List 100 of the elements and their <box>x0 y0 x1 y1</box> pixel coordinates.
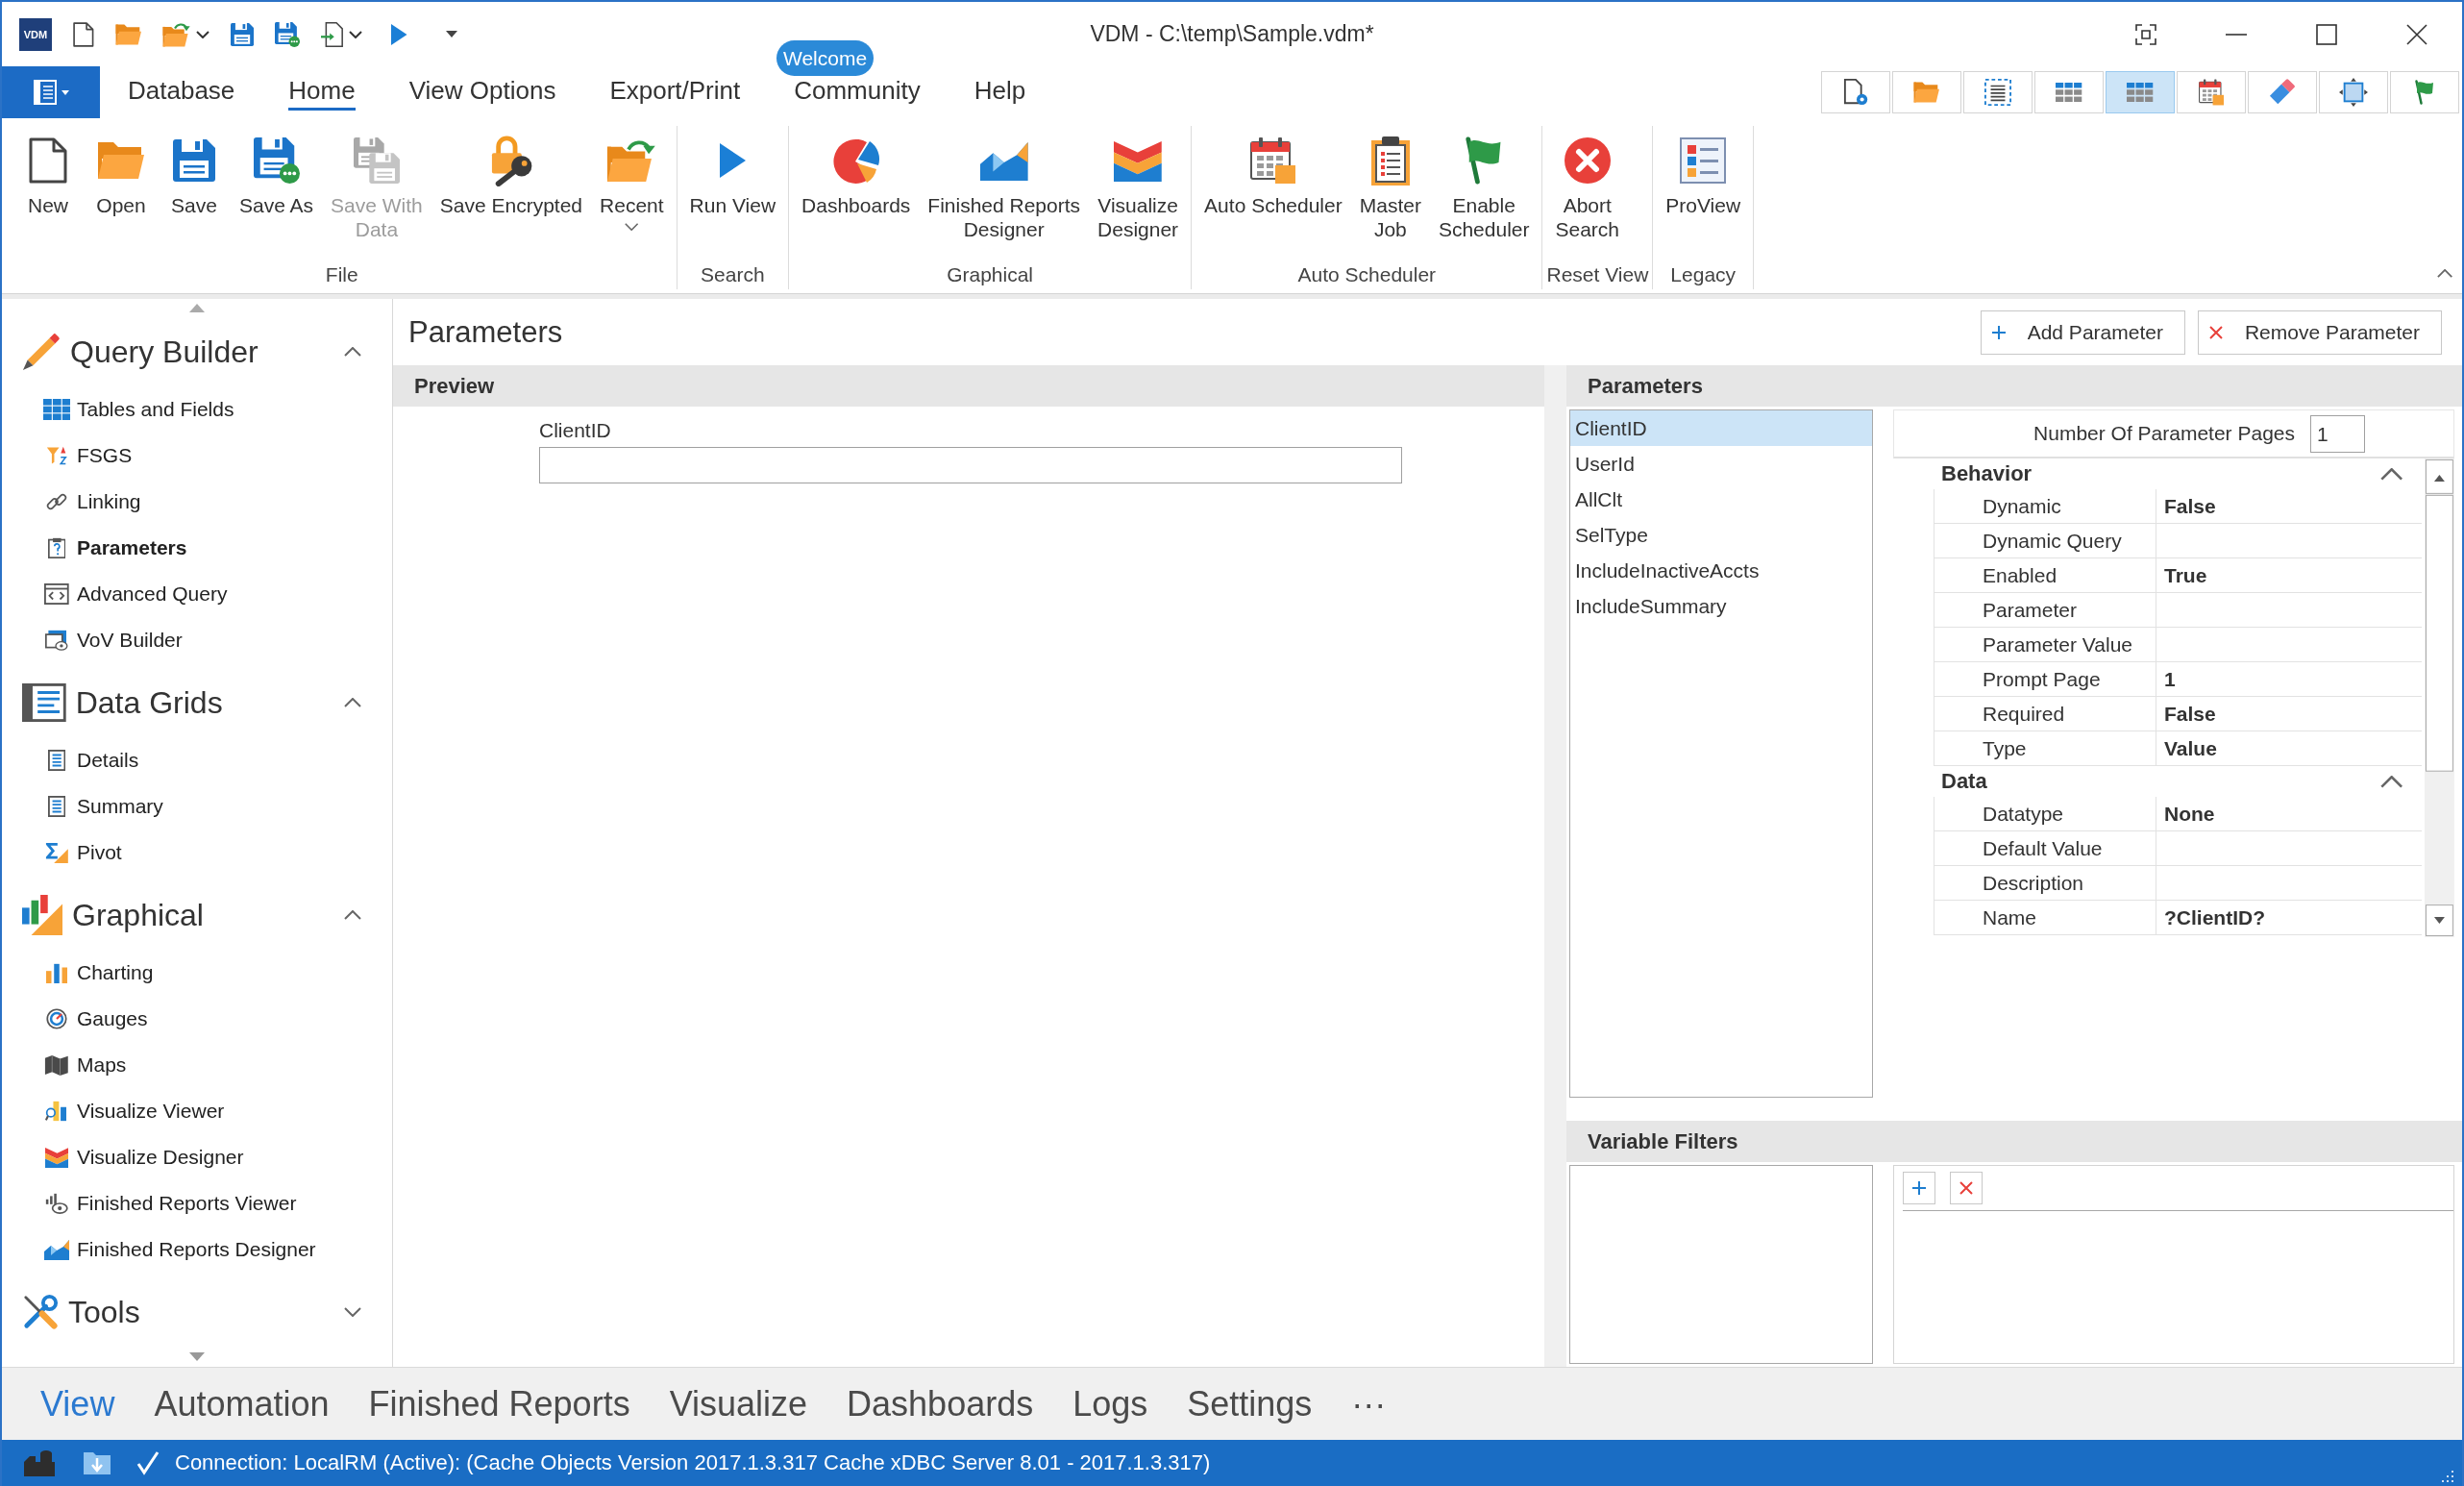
ribbon-button[interactable]: Save Encrypted <box>431 126 592 217</box>
remove-parameter-button[interactable]: Remove Parameter <box>2197 310 2442 355</box>
property-value[interactable]: ?ClientID? <box>2156 901 2423 935</box>
ribbon-button[interactable]: Recent <box>591 126 673 231</box>
nav-tab[interactable]: Dashboards <box>847 1383 1034 1424</box>
view-toolbar-button[interactable] <box>2319 71 2388 113</box>
property-value[interactable]: False <box>2156 697 2423 731</box>
caret-down-icon[interactable] <box>445 31 457 37</box>
property-value[interactable]: None <box>2156 797 2423 831</box>
nav-tab[interactable]: ··· <box>1351 1383 1387 1424</box>
ribbon-tab[interactable]: Home <box>288 72 356 111</box>
sidebar-item[interactable]: VoV Builder <box>2 617 392 663</box>
input-field[interactable] <box>539 447 1402 483</box>
parameter-list-item[interactable]: IncludeInactiveAccts <box>1570 553 1872 588</box>
ribbon-button[interactable]: Dashboards <box>793 126 920 217</box>
welcome-badge[interactable]: Welcome <box>776 40 875 76</box>
sidebar-item[interactable]: Maps <box>2 1042 392 1088</box>
nav-tab[interactable]: Settings <box>1187 1383 1313 1424</box>
property-value[interactable]: 1 <box>2156 662 2423 697</box>
view-toolbar-button[interactable] <box>2034 71 2104 113</box>
nav-tab[interactable]: View <box>40 1383 115 1424</box>
pencil-icon <box>22 333 61 371</box>
parameter-list-item[interactable]: AllClt <box>1570 482 1872 517</box>
ribbon-button[interactable]: Abort Search <box>1546 126 1628 241</box>
scroll-down-icon[interactable] <box>189 1352 205 1361</box>
ribbon-button[interactable]: Open <box>85 126 158 217</box>
sidebar-item[interactable]: Finished Reports Designer <box>2 1226 392 1273</box>
sidebar-section-title: Tools <box>68 1294 140 1330</box>
chevron-up-icon[interactable] <box>344 910 361 920</box>
focus-frame-icon[interactable] <box>2135 23 2156 45</box>
view-toolbar-button[interactable] <box>1963 71 2033 113</box>
view-toolbar-button[interactable] <box>2177 71 2246 113</box>
chevron-down-icon[interactable] <box>196 30 210 38</box>
sidebar-item[interactable]: Charting <box>2 950 392 996</box>
sidebar-item[interactable]: Visualize Designer <box>2 1134 392 1180</box>
chevron-up-icon[interactable] <box>2379 467 2403 481</box>
parameter-list-item[interactable]: ClientID <box>1570 410 1872 446</box>
sidebar-item[interactable]: Pivot <box>2 830 392 876</box>
nav-tab[interactable]: Logs <box>1072 1383 1148 1424</box>
sidebar-item[interactable]: Gauges <box>2 996 392 1042</box>
chevron-up-icon[interactable] <box>2379 775 2403 788</box>
ribbon-button[interactable]: ProView <box>1657 126 1750 217</box>
add-parameter-button[interactable]: Add Parameter <box>1980 310 2185 355</box>
sidebar-item[interactable]: Visualize Viewer <box>2 1088 392 1134</box>
sidebar-item[interactable]: Parameters <box>2 525 392 571</box>
ribbon-tab[interactable]: Export/Print <box>609 72 741 111</box>
property-value[interactable]: Value <box>2156 731 2423 766</box>
document-icon[interactable] <box>73 21 94 47</box>
ribbon-tab[interactable]: Help <box>973 72 1026 111</box>
ribbon-button[interactable]: Save <box>158 126 231 217</box>
ribbon-tab[interactable]: View Options <box>408 72 556 111</box>
ribbon-button[interactable]: Save As <box>231 126 323 217</box>
property-value[interactable]: False <box>2156 489 2423 524</box>
parameter-list-item[interactable]: SelType <box>1570 517 1872 553</box>
ribbon-button[interactable]: Master Job <box>1350 126 1430 241</box>
database-tray-icon[interactable] <box>23 1449 56 1477</box>
sidebar-item[interactable]: Linking <box>2 479 392 525</box>
clipboard-list-icon <box>1370 136 1410 186</box>
sidebar-item[interactable]: FSGS <box>2 433 392 479</box>
minimize-icon[interactable] <box>2226 33 2247 36</box>
sidebar-item[interactable]: Details <box>2 737 392 783</box>
chevron-up-icon[interactable] <box>344 698 361 707</box>
vertical-scrollbar[interactable] <box>2425 458 2454 937</box>
chevron-up-icon[interactable] <box>344 347 361 357</box>
chevron-up-icon[interactable] <box>2436 269 2452 278</box>
nav-tab[interactable]: Finished Reports <box>368 1383 630 1424</box>
parameter-list-item[interactable]: UserId <box>1570 446 1872 482</box>
property-value[interactable]: True <box>2156 558 2423 593</box>
sidebar-item[interactable]: Advanced Query <box>2 571 392 617</box>
document-lines-icon <box>47 796 66 817</box>
app-menu-button[interactable] <box>2 66 100 118</box>
add-filter-button[interactable] <box>1903 1172 1935 1204</box>
ribbon-button[interactable]: Finished Reports Designer <box>919 126 1090 241</box>
ribbon-button[interactable]: Auto Scheduler <box>1195 126 1351 217</box>
sidebar-item[interactable]: Tables and Fields <box>2 386 392 433</box>
chevron-down-icon[interactable] <box>344 1307 361 1317</box>
ribbon-button[interactable]: Visualize Designer <box>1089 126 1188 241</box>
sidebar-item[interactable]: Summary <box>2 783 392 830</box>
folder-arrow-icon[interactable] <box>162 21 191 47</box>
play-icon[interactable] <box>391 23 407 45</box>
parameter-list-item[interactable]: IncludeSummary <box>1570 588 1872 624</box>
ribbon-button[interactable]: Run View <box>680 126 785 217</box>
ribbon-button[interactable]: Enable Scheduler <box>1429 126 1539 241</box>
chevron-down-icon[interactable] <box>349 30 363 38</box>
nav-tab[interactable]: Visualize <box>669 1383 808 1424</box>
floppy-disk-dots-icon[interactable] <box>275 21 301 47</box>
sidebar-item[interactable]: Finished Reports Viewer <box>2 1180 392 1226</box>
folder-icon[interactable] <box>114 23 142 45</box>
property-name: Prompt Page <box>1934 662 2156 697</box>
maximize-icon[interactable] <box>2316 23 2337 45</box>
view-toolbar-button[interactable] <box>1821 71 1890 113</box>
ribbon-button[interactable]: New <box>12 126 85 217</box>
ribbon-group-label: File <box>324 262 359 287</box>
nav-tab[interactable]: Automation <box>154 1383 330 1424</box>
remove-filter-button[interactable] <box>1950 1172 1983 1204</box>
calendar-icon <box>1249 136 1296 185</box>
ribbon-tab[interactable]: Database <box>128 72 235 111</box>
document-arrow-icon[interactable] <box>321 21 344 47</box>
page-count-field[interactable]: 1 <box>2310 414 2365 453</box>
close-icon[interactable] <box>2406 23 2427 45</box>
